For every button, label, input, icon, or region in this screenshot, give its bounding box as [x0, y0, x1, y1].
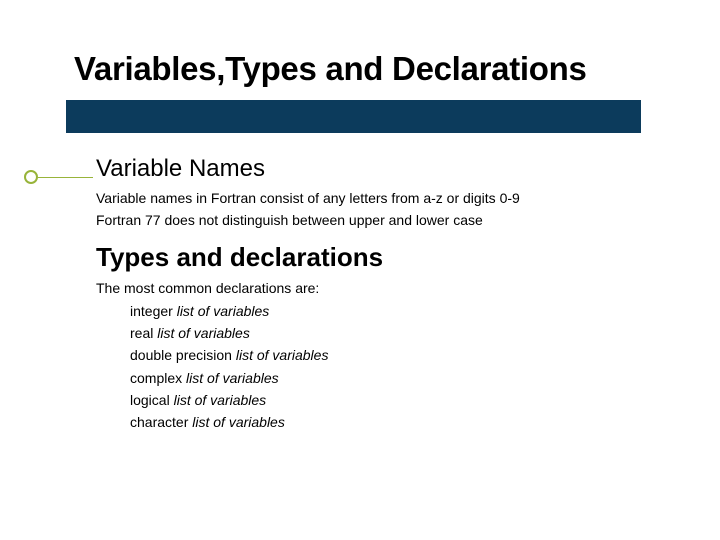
- declaration-arg: list of variables: [174, 392, 267, 408]
- slide: Variables,Types and Declarations Variabl…: [0, 0, 720, 540]
- list-item: integer list of variables: [96, 301, 656, 321]
- section-heading-types: Types and declarations: [96, 242, 656, 273]
- declaration-list: integer list of variables real list of v…: [96, 301, 656, 433]
- declaration-arg: list of variables: [157, 325, 250, 341]
- declaration-keyword: real: [130, 325, 157, 341]
- accent-bar: [66, 100, 641, 133]
- declaration-arg: list of variables: [192, 414, 285, 430]
- declaration-keyword: integer: [130, 303, 177, 319]
- body-text: Fortran 77 does not distinguish between …: [96, 211, 656, 231]
- bullet-icon: [24, 170, 38, 184]
- page-title: Variables,Types and Declarations: [74, 50, 587, 88]
- section-heading-variable-names: Variable Names: [96, 155, 656, 183]
- declaration-keyword: complex: [130, 370, 186, 386]
- declaration-keyword: logical: [130, 392, 174, 408]
- declaration-arg: list of variables: [177, 303, 270, 319]
- list-item: real list of variables: [96, 323, 656, 343]
- declaration-keyword: double precision: [130, 347, 236, 363]
- declaration-arg: list of variables: [186, 370, 279, 386]
- declaration-keyword: character: [130, 414, 192, 430]
- declaration-arg: list of variables: [236, 347, 329, 363]
- list-item: complex list of variables: [96, 368, 656, 388]
- body-text: Variable names in Fortran consist of any…: [96, 189, 656, 209]
- content-area: Variable Names Variable names in Fortran…: [96, 155, 656, 435]
- list-item: logical list of variables: [96, 390, 656, 410]
- list-item: character list of variables: [96, 412, 656, 432]
- list-item: double precision list of variables: [96, 345, 656, 365]
- body-text: The most common declarations are:: [96, 279, 656, 299]
- bullet-connector: [38, 177, 93, 178]
